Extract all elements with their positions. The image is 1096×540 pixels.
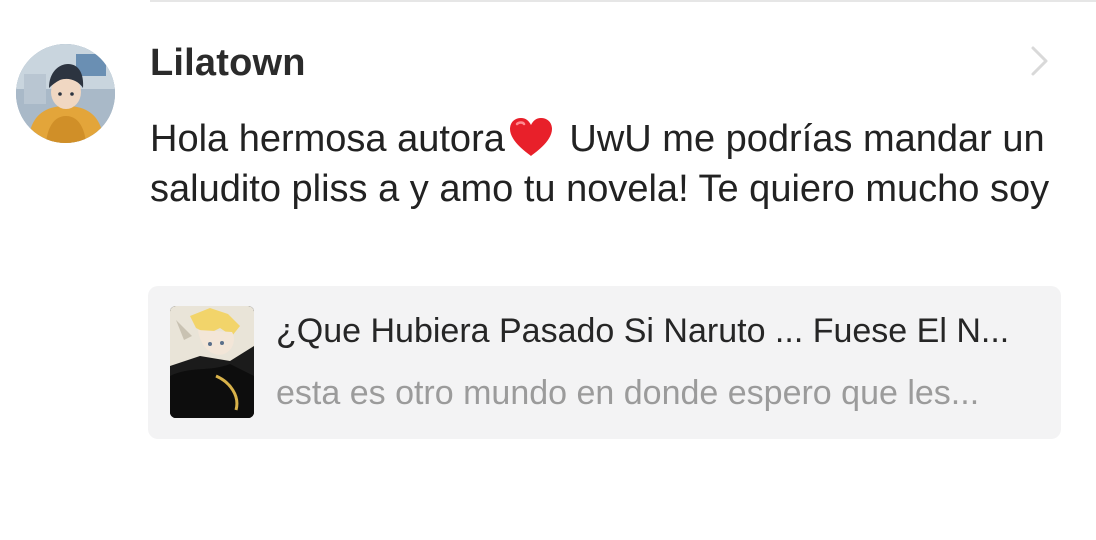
- comment-item: Lilatown Hola hermosa autora UwU me podr…: [0, 0, 1096, 540]
- comment-text: Hola hermosa autora UwU me podrías manda…: [150, 114, 1050, 214]
- comment-username[interactable]: Lilatown: [150, 42, 306, 85]
- story-cover-image: [170, 306, 254, 418]
- story-description: esta es otro mundo en donde espero que l…: [276, 374, 980, 412]
- chevron-right-icon[interactable]: [1024, 44, 1054, 78]
- story-card[interactable]: ¿Que Hubiera Pasado Si Naruto ... Fuese …: [148, 286, 1061, 439]
- story-title[interactable]: ¿Que Hubiera Pasado Si Naruto ... Fuese …: [276, 312, 1041, 351]
- avatar-image: [16, 44, 115, 143]
- comment-text-part-1: Hola hermosa autora: [150, 118, 505, 160]
- red-heart-icon: [507, 116, 555, 158]
- user-avatar[interactable]: [16, 44, 115, 143]
